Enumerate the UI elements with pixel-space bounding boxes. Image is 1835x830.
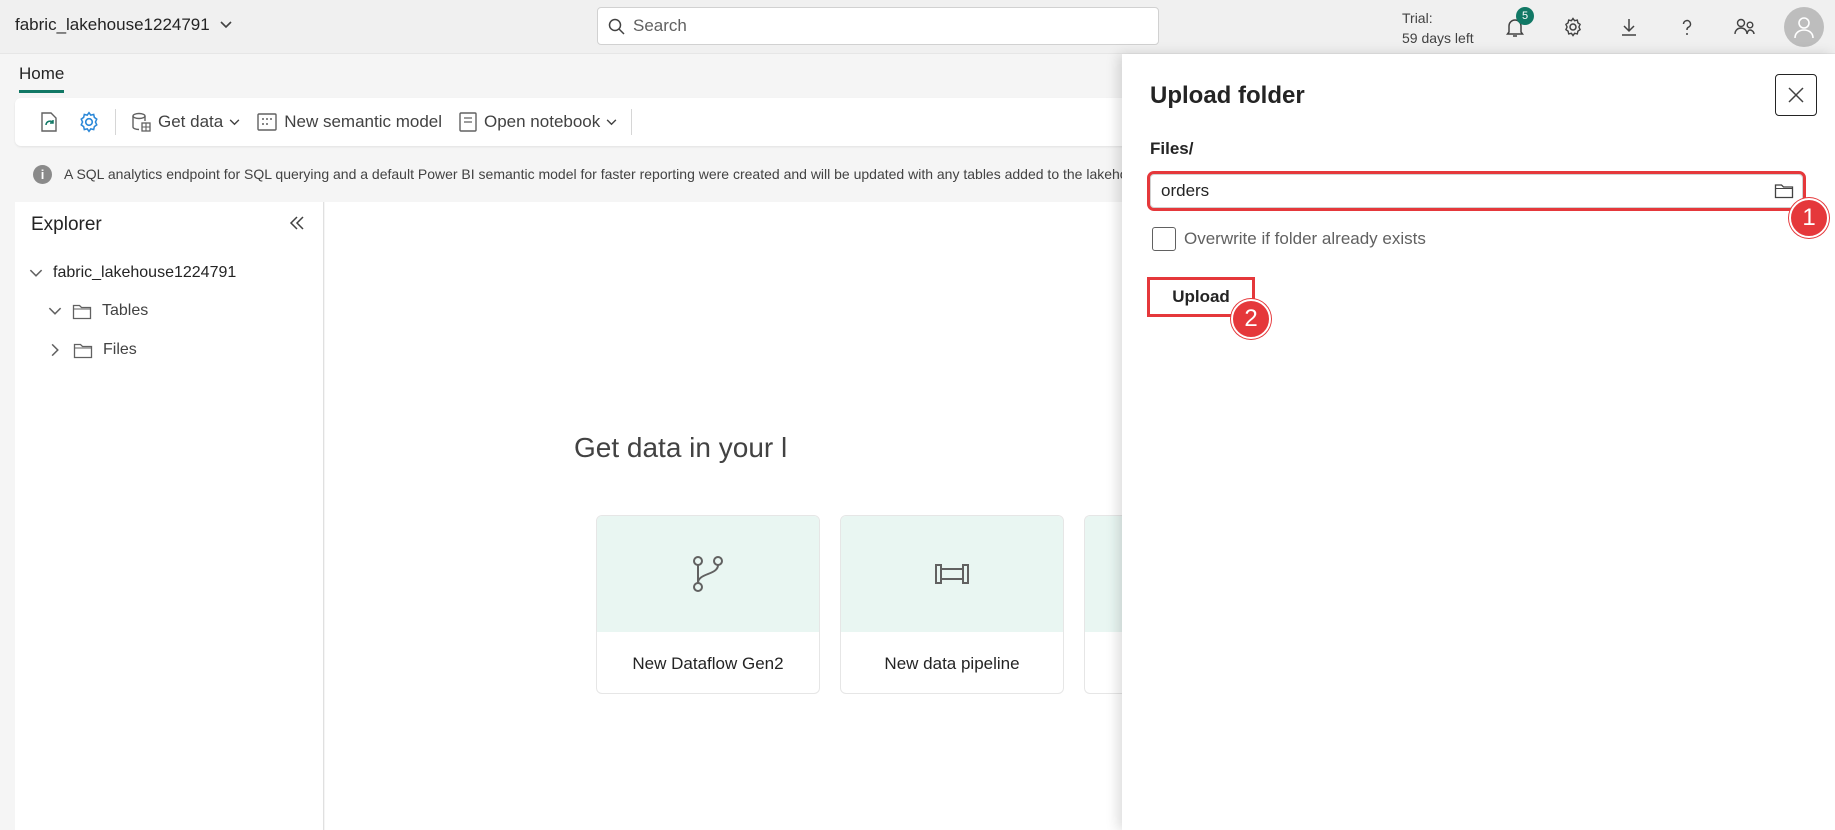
new-semantic-model-button[interactable]: New semantic model: [250, 104, 448, 140]
ribbon-toolbar: Get data New semantic model Open noteboo…: [15, 98, 1155, 146]
refresh-icon: [37, 110, 61, 134]
folder-icon: [73, 342, 93, 359]
info-banner: i A SQL analytics endpoint for SQL query…: [15, 157, 1155, 191]
chevron-down-icon: [29, 269, 43, 278]
open-notebook-button[interactable]: Open notebook: [452, 104, 623, 140]
collapse-pane-icon[interactable]: [288, 215, 306, 231]
gear-icon: [77, 110, 101, 134]
workspace-name: fabric_lakehouse1224791: [15, 15, 210, 34]
chevron-down-icon: [606, 118, 617, 126]
folder-path-input[interactable]: [1161, 181, 1774, 201]
get-data-headline: Get data in your l: [574, 432, 788, 463]
card-label: New data pipeline: [884, 653, 1020, 673]
share-icon[interactable]: [1728, 10, 1762, 44]
trial-status[interactable]: Trial: 59 days left: [1402, 8, 1474, 48]
help-icon[interactable]: [1670, 10, 1704, 44]
overwrite-option[interactable]: Overwrite if folder already exists: [1152, 227, 1426, 251]
top-bar: fabric_lakehouse1224791 Trial: 59 days l…: [0, 0, 1835, 54]
close-button[interactable]: [1775, 74, 1817, 116]
folder-picker[interactable]: [1147, 171, 1806, 211]
ribbon-divider: [631, 109, 633, 135]
info-icon: i: [33, 164, 52, 184]
overwrite-checkbox[interactable]: [1152, 227, 1176, 251]
chevron-down-icon: [48, 307, 62, 316]
new-pipeline-card[interactable]: New data pipeline: [840, 515, 1064, 694]
upload-folder-panel: Upload folder Files/ Overwrite if folder…: [1122, 54, 1835, 830]
explorer-title: Explorer: [31, 214, 102, 235]
panel-title: Upload folder: [1150, 82, 1305, 109]
overwrite-label: Overwrite if folder already exists: [1184, 229, 1426, 248]
lakehouse-name: fabric_lakehouse1224791: [53, 264, 237, 281]
download-icon[interactable]: [1612, 10, 1646, 44]
tree-item-files[interactable]: Files: [51, 341, 137, 359]
notification-badge: 5: [1516, 7, 1534, 25]
open-notebook-label: Open notebook: [484, 112, 601, 131]
card-illustration: [841, 516, 1063, 632]
step-marker-2: 2: [1231, 299, 1271, 339]
new-dataflow-card[interactable]: New Dataflow Gen2: [596, 515, 820, 694]
get-data-button[interactable]: Get data: [124, 104, 246, 140]
chevron-down-icon: [229, 118, 240, 126]
folder-icon: [72, 303, 92, 320]
refresh-button[interactable]: [31, 104, 67, 140]
get-data-label: Get data: [158, 112, 224, 131]
search-icon: [608, 18, 625, 35]
semantic-model-icon: [256, 111, 278, 133]
folder-icon[interactable]: [1774, 183, 1794, 199]
ribbon-divider: [115, 109, 116, 135]
user-avatar-icon[interactable]: [1784, 7, 1824, 47]
trial-label: Trial:: [1402, 10, 1433, 26]
workspace-switcher[interactable]: fabric_lakehouse1224791: [15, 15, 232, 35]
gear-icon[interactable]: [1556, 10, 1590, 44]
card-illustration: [597, 516, 819, 632]
step-marker-1: 1: [1789, 198, 1829, 238]
tree-item-tables[interactable]: Tables: [48, 302, 148, 320]
card-label: New Dataflow Gen2: [632, 653, 784, 673]
new-semantic-model-label: New semantic model: [284, 112, 442, 131]
explorer-pane: Explorer fabric_lakehouse1224791 Tables …: [15, 202, 324, 830]
trial-days-left: 59 days left: [1402, 30, 1474, 46]
chevron-down-icon: [220, 21, 232, 29]
dataflow-icon: [691, 555, 725, 593]
pipeline-icon: [934, 562, 970, 586]
chevron-right-icon: [51, 343, 60, 357]
settings-button[interactable]: [71, 104, 107, 140]
close-icon: [1787, 86, 1805, 104]
notebook-icon: [458, 111, 478, 133]
search-input[interactable]: [633, 16, 1113, 36]
tree-item-lakehouse[interactable]: fabric_lakehouse1224791: [29, 264, 236, 282]
tree-item-label: Files: [103, 341, 137, 358]
files-path-label: Files/: [1150, 139, 1194, 158]
info-banner-text: A SQL analytics endpoint for SQL queryin…: [64, 166, 1151, 182]
database-icon: [130, 111, 152, 133]
search-box[interactable]: [597, 7, 1159, 45]
tree-item-label: Tables: [102, 302, 149, 319]
tab-home[interactable]: Home: [19, 64, 65, 93]
